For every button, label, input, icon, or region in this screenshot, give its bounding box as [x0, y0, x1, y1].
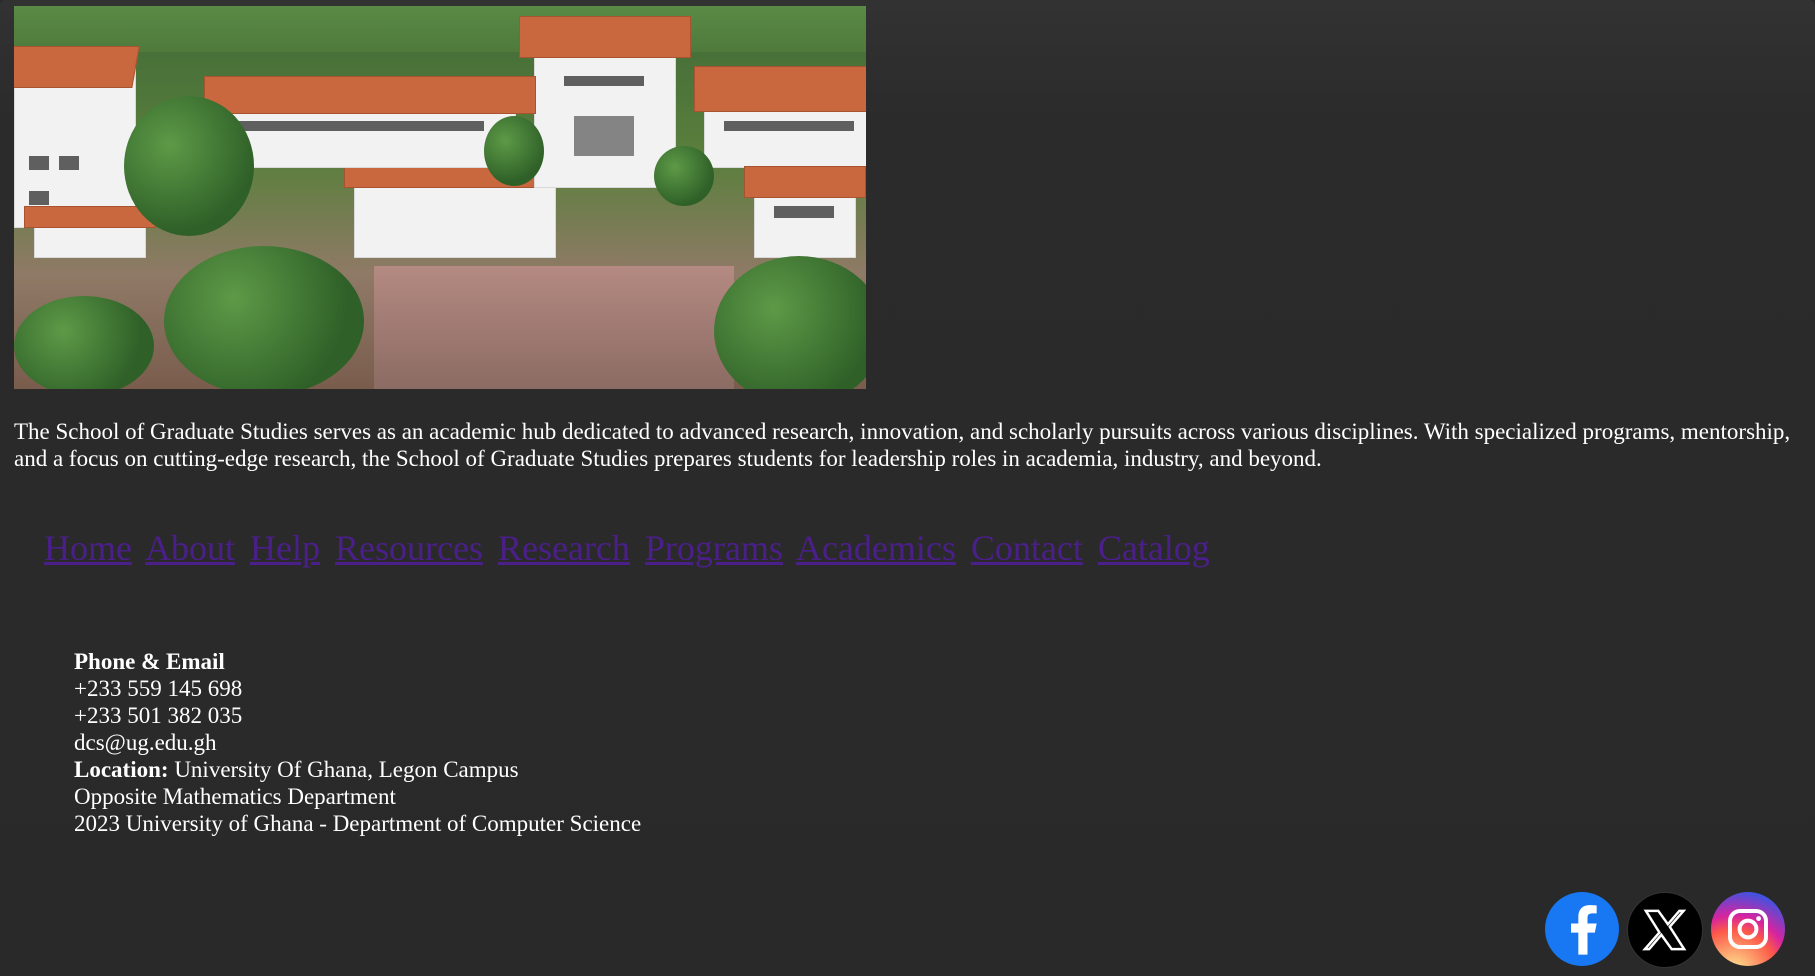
- nav-link-help[interactable]: Help: [250, 528, 320, 568]
- nav-link-research[interactable]: Research: [498, 528, 630, 568]
- email-address: dcs@ug.edu.gh: [74, 730, 217, 755]
- nav-link-contact[interactable]: Contact: [971, 528, 1083, 568]
- phone-number-2: +233 501 382 035: [74, 703, 243, 728]
- campus-hero-image: [14, 6, 866, 389]
- nav-link-academics[interactable]: Academics: [796, 528, 956, 568]
- instagram-icon[interactable]: [1711, 892, 1785, 966]
- instagram-glyph: [1728, 909, 1768, 949]
- location-line: Location: University Of Ghana, Legon Cam…: [74, 756, 641, 783]
- x-icon[interactable]: [1627, 892, 1703, 968]
- location-label: Location:: [74, 757, 169, 782]
- intro-paragraph: The School of Graduate Studies serves as…: [14, 419, 1791, 471]
- facebook-glyph: [1571, 905, 1597, 955]
- nav-link-catalog[interactable]: Catalog: [1098, 528, 1210, 568]
- location-value: University Of Ghana, Legon Campus: [174, 757, 519, 782]
- nav-link-programs[interactable]: Programs: [645, 528, 783, 568]
- x-glyph: [1642, 909, 1687, 951]
- location-detail: Opposite Mathematics Department: [74, 784, 396, 809]
- nav-link-about[interactable]: About: [145, 528, 235, 568]
- contact-heading: Phone & Email: [74, 649, 225, 674]
- main-nav: Home About Help Resources Research Progr…: [44, 522, 1216, 574]
- copyright-text: 2023 University of Ghana - Department of…: [74, 811, 642, 836]
- nav-link-home[interactable]: Home: [44, 528, 132, 568]
- social-links: [1545, 892, 1785, 968]
- contact-info: Phone & Email +233 559 145 698 +233 501 …: [74, 648, 641, 837]
- nav-link-resources[interactable]: Resources: [335, 528, 483, 568]
- phone-number-1: +233 559 145 698: [74, 676, 243, 701]
- facebook-icon[interactable]: [1545, 892, 1619, 966]
